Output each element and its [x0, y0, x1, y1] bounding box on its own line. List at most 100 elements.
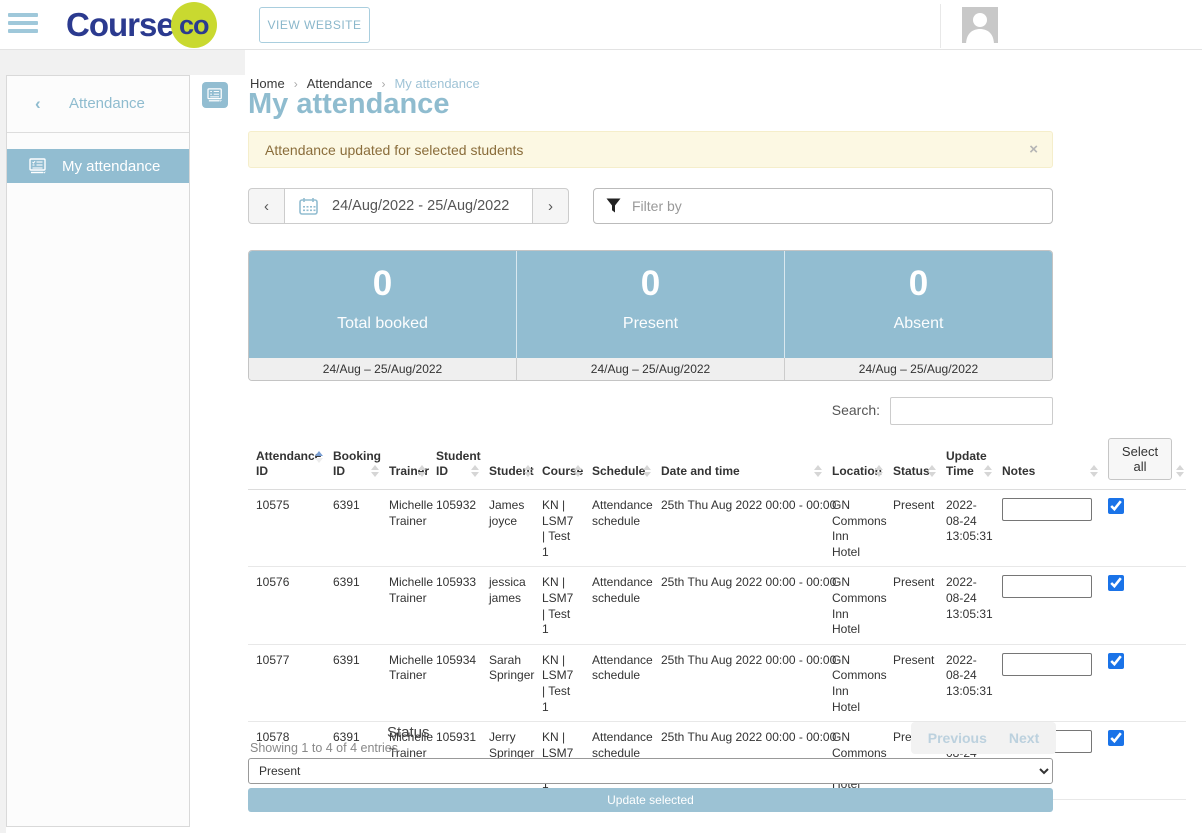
- sort-icon: [643, 465, 651, 477]
- status-label: Status: [387, 724, 430, 741]
- col-trainer[interactable]: Trainer: [381, 434, 428, 490]
- stats-cards: 0 Total booked 0 Present 0 Absent: [249, 251, 1052, 358]
- stats-date-ranges: 24/Aug – 25/Aug/2022 24/Aug – 25/Aug/202…: [249, 358, 1052, 380]
- notes-input[interactable]: [1002, 498, 1092, 521]
- cell-update-time: 2022-08-24 13:05:31: [938, 490, 994, 567]
- table-header-row: Attendance ID Booking ID Trainer Student…: [248, 434, 1186, 490]
- app-logo[interactable]: Course co: [66, 1, 217, 49]
- stat-range: 24/Aug – 25/Aug/2022: [249, 358, 516, 380]
- page-title: My attendance: [248, 88, 449, 121]
- date-range-display[interactable]: 24/Aug/2022 - 25/Aug/2022: [285, 188, 532, 224]
- col-notes[interactable]: Notes: [994, 434, 1100, 490]
- date-range-picker: ‹ 24/Aug/2022 - 25/Aug/2022 ›: [248, 188, 569, 224]
- col-status[interactable]: Status: [885, 434, 938, 490]
- sidebar-back[interactable]: ‹ Attendance: [7, 76, 189, 133]
- sidebar-section-title: Attendance: [69, 95, 145, 112]
- filter-icon: [606, 198, 621, 213]
- row-checkbox[interactable]: [1108, 498, 1124, 514]
- cell-status: Present: [885, 644, 938, 721]
- row-checkbox[interactable]: [1108, 653, 1124, 669]
- cell-datetime: 25th Thu Aug 2022 00:00 - 00:00: [653, 490, 824, 567]
- cell-booking-id: 6391: [325, 490, 381, 567]
- cell-course: KN | LSM7 | Test 1: [534, 490, 584, 567]
- table-row: 10577 6391 Michelle Trainer 105934 Sarah…: [248, 644, 1186, 721]
- sort-icon: [928, 465, 936, 477]
- cell-status: Present: [885, 567, 938, 644]
- cell-course: KN | LSM7 | Test 1: [534, 644, 584, 721]
- attendance-list-icon: [29, 158, 48, 175]
- status-select[interactable]: Present: [248, 758, 1053, 784]
- user-avatar-icon[interactable]: [962, 7, 998, 43]
- cell-trainer: Michelle Trainer: [381, 644, 428, 721]
- stat-range: 24/Aug – 25/Aug/2022: [516, 358, 784, 380]
- cell-course: KN | LSM7 | Test 1: [534, 567, 584, 644]
- logo-text: Course: [66, 6, 174, 44]
- stat-label: Present: [517, 315, 784, 333]
- cell-student: James joyce: [481, 490, 534, 567]
- sort-icon: [1090, 465, 1098, 477]
- close-icon[interactable]: ×: [1029, 141, 1038, 158]
- app-window: Course co VIEW WEBSITE ‹ Attendance: [0, 0, 1202, 833]
- next-button[interactable]: Next: [1009, 730, 1039, 746]
- col-course[interactable]: Course: [534, 434, 584, 490]
- stat-value: 0: [517, 264, 784, 304]
- col-booking-id[interactable]: Booking ID: [325, 434, 381, 490]
- notes-input[interactable]: [1002, 653, 1092, 676]
- cell-select: [1100, 490, 1186, 567]
- sort-icon: [1176, 465, 1184, 477]
- previous-button[interactable]: Previous: [928, 730, 987, 746]
- cell-student-id: 105934: [428, 644, 481, 721]
- sort-icon: [315, 451, 323, 463]
- col-student-id[interactable]: Student ID: [428, 434, 481, 490]
- controls-row: ‹ 24/Aug/2022 - 25/Aug/2022 ›: [248, 188, 1053, 224]
- cell-datetime: 25th Thu Aug 2022 00:00 - 00:00: [653, 644, 824, 721]
- notes-input[interactable]: [1002, 575, 1092, 598]
- cell-booking-id: 6391: [325, 644, 381, 721]
- col-schedule[interactable]: Schedule: [584, 434, 653, 490]
- filter-field: [593, 188, 1053, 224]
- sidebar-item-my-attendance[interactable]: My attendance: [7, 149, 189, 183]
- header-divider: [940, 4, 941, 48]
- cell-trainer: Michelle Trainer: [381, 567, 428, 644]
- cell-schedule: Attendance schedule: [584, 567, 653, 644]
- cell-schedule: Attendance schedule: [584, 490, 653, 567]
- pagination: Previous Next: [911, 722, 1056, 754]
- col-select-all: Select all: [1100, 434, 1186, 490]
- cell-update-time: 2022-08-24 13:05:31: [938, 567, 994, 644]
- date-prev-button[interactable]: ‹: [248, 188, 285, 224]
- stat-absent: 0 Absent: [784, 251, 1052, 358]
- search-input[interactable]: [890, 397, 1053, 425]
- date-next-button[interactable]: ›: [532, 188, 569, 224]
- date-range-value: 24/Aug/2022 - 25/Aug/2022: [332, 198, 509, 214]
- row-checkbox[interactable]: [1108, 730, 1124, 746]
- stat-total-booked: 0 Total booked: [249, 251, 516, 358]
- table-row: 10575 6391 Michelle Trainer 105932 James…: [248, 490, 1186, 567]
- cell-status: Present: [885, 490, 938, 567]
- sort-icon: [371, 465, 379, 477]
- entries-info: Showing 1 to 4 of 4 entries: [250, 741, 398, 755]
- hamburger-menu-icon[interactable]: [8, 13, 38, 37]
- view-website-button[interactable]: VIEW WEBSITE: [259, 7, 370, 43]
- sort-icon: [471, 465, 479, 477]
- cell-schedule: Attendance schedule: [584, 644, 653, 721]
- col-update-time[interactable]: Update Time: [938, 434, 994, 490]
- search-label: Search:: [832, 402, 880, 418]
- logo-badge: co: [171, 2, 217, 48]
- attendance-list-icon: [207, 88, 224, 103]
- col-location[interactable]: Location: [824, 434, 885, 490]
- row-checkbox[interactable]: [1108, 575, 1124, 591]
- filter-input[interactable]: [593, 188, 1053, 224]
- update-selected-button[interactable]: Update selected: [248, 788, 1053, 812]
- sort-icon: [574, 465, 582, 477]
- calendar-icon: [299, 197, 318, 215]
- cell-attendance-id: 10577: [248, 644, 325, 721]
- sidebar-toggle-button[interactable]: [202, 82, 228, 108]
- stat-label: Absent: [785, 315, 1052, 333]
- col-student[interactable]: Student: [481, 434, 534, 490]
- top-header: Course co VIEW WEBSITE: [0, 0, 1202, 50]
- success-alert: Attendance updated for selected students…: [248, 131, 1053, 168]
- col-date-and-time[interactable]: Date and time: [653, 434, 824, 490]
- select-all-button[interactable]: Select all: [1108, 438, 1172, 480]
- sidebar-top-strip: [0, 50, 245, 75]
- col-attendance-id[interactable]: Attendance ID: [248, 434, 325, 490]
